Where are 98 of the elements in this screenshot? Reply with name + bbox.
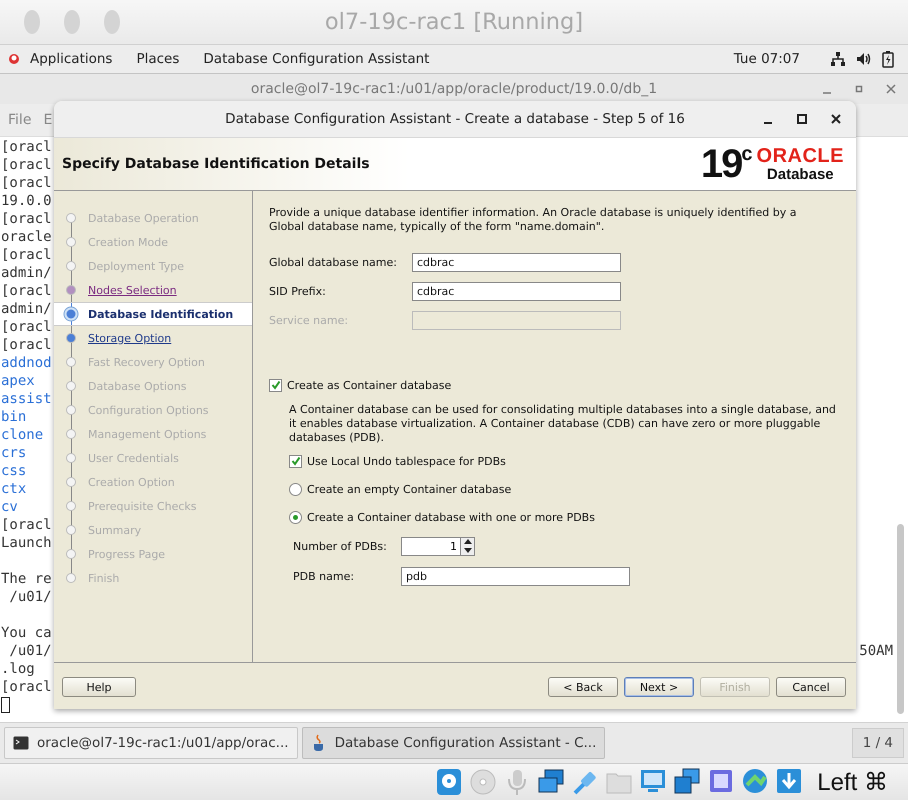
terminal-line: [oracl (1, 516, 52, 534)
checkbox-label: Create as Container database (287, 378, 452, 392)
step-link[interactable]: Nodes Selection (88, 284, 177, 296)
radio-label: Create a Container database with one or more PDBs (307, 510, 595, 524)
field-label: SID Prefix: (269, 285, 327, 298)
checkbox[interactable] (289, 454, 302, 468)
step-label: Prerequisite Checks (88, 500, 196, 512)
directory-name: bin (1, 408, 26, 426)
step-label: Finish (88, 572, 120, 584)
menu-item[interactable]: Database Configuration Assistant (203, 51, 430, 67)
spin-buttons[interactable] (461, 536, 475, 556)
step-label: Deployment Type (88, 260, 184, 272)
terminal-line: [oracl (1, 174, 52, 192)
terminal-line: [oracl (1, 678, 52, 696)
host-key-label: Left ⌘ (817, 768, 888, 796)
radio-button[interactable] (289, 510, 302, 524)
directory-name: apex (1, 372, 35, 390)
app-logo-icon (8, 53, 20, 65)
terminal-line: [oracl (1, 138, 52, 156)
input-field[interactable]: cdbrac (412, 253, 621, 272)
field-label: Number of PDBs: (293, 540, 388, 552)
terminal-line: Launch (1, 534, 52, 552)
terminal-line: [oracl (1, 156, 52, 174)
checkmark-icon (290, 456, 300, 466)
window-title: Database Configuration Assistant - Create a database - Step 5 of 16 (225, 111, 685, 127)
directory-name: cv (1, 498, 18, 516)
step-label: Progress Page (88, 548, 166, 560)
terminal-line: The re (1, 570, 52, 588)
up-arrow-icon[interactable] (464, 539, 472, 544)
terminal-line: You ca (1, 624, 52, 642)
checkbox[interactable] (269, 378, 282, 392)
directory-name: crs (1, 444, 26, 462)
version-suffix: c (741, 144, 753, 164)
input-field[interactable]: pdb (401, 566, 630, 586)
terminal-line: 50AM (859, 642, 893, 660)
brand-name: ORACLE (756, 146, 844, 167)
version-number: 19 (700, 144, 742, 184)
description-text: A Container database can be used for consolidating multiple databases into a single database, and it enables database virtualization. A Container database (CDB) can have zero or more pluggable databases (PDB). (289, 403, 837, 445)
step-label: Creation Option (88, 476, 175, 488)
close-icon[interactable] (830, 113, 842, 125)
terminal-line: .log (1, 660, 35, 678)
field-label: Service name: (269, 314, 350, 327)
battery-icon[interactable] (882, 50, 894, 68)
scrollbar[interactable] (897, 524, 904, 714)
field-label: PDB name: (293, 570, 356, 582)
cursor (1, 697, 10, 713)
checkbox-label: Use Local Undo tablespace for PDBs (307, 454, 506, 468)
terminal-line: [oracl (1, 210, 52, 228)
step-label: Management Options (88, 428, 206, 440)
product-name: Database (766, 166, 834, 182)
description-text: Provide a unique database identifier information. An Oracle database is uniquely identified by a Global database name, typically of the form "name.domain". (269, 206, 798, 234)
terminal-line: /u01/ (8, 588, 52, 606)
terminal-line: 19.0.0 (1, 192, 52, 210)
terminal-line: admin/ (1, 300, 52, 318)
step-label: Creation Mode (88, 236, 168, 248)
workspace-switcher[interactable]: 1 / 4 (852, 728, 904, 758)
field-label: Global database name: (269, 256, 398, 269)
down-arrow-icon[interactable] (464, 548, 472, 553)
taskbar-button[interactable]: oracle@ol7-19c-rac1:/u01/app/orac... (4, 727, 298, 759)
input-field[interactable]: cdbrac (412, 282, 621, 301)
directory-name: addnod (1, 354, 52, 372)
step-label: Database Operation (88, 212, 199, 224)
step-label: Fast Recovery Option (88, 356, 205, 368)
page-heading: Specify Database Identification Details (62, 156, 371, 172)
number-input[interactable]: 1 (401, 536, 461, 556)
window-title: ol7-19c-rac1 [Running] (324, 9, 584, 35)
menu-item[interactable]: Applications (30, 51, 112, 67)
directory-name: assist (1, 390, 52, 408)
terminal-line: oracle (1, 228, 52, 246)
terminal-line: [oracl (1, 246, 52, 264)
dialog-button[interactable]: Next > (624, 677, 694, 697)
radio-label: Create an empty Container database (307, 482, 512, 496)
directory-name: clone (1, 426, 44, 444)
window-title: oracle@ol7-19c-rac1:/u01/app/oracle/product/19.0.0/db_1 (250, 81, 658, 97)
terminal-line: /u01/ (8, 642, 52, 660)
step-label: Configuration Options (88, 404, 209, 416)
terminal-icon (13, 735, 29, 751)
step-label: User Credentials (88, 452, 179, 464)
radio-button[interactable] (289, 482, 302, 496)
volume-icon[interactable] (856, 51, 872, 67)
terminal-line: [oracl (1, 282, 52, 300)
dialog-button[interactable]: < Back (548, 677, 618, 697)
maximize-icon[interactable] (796, 113, 808, 125)
terminal-line: [oracl (1, 318, 52, 336)
step-link[interactable]: Storage Option (88, 332, 172, 344)
clock[interactable]: Tue 07:07 (734, 51, 800, 67)
terminal-line: [oracl (1, 336, 52, 354)
network-icon[interactable] (830, 51, 846, 67)
directory-name: css (1, 462, 26, 480)
help-button[interactable]: Help (62, 677, 136, 697)
step-label: Database Options (88, 380, 186, 392)
dialog-button[interactable]: Cancel (776, 677, 846, 697)
checkmark-icon (270, 380, 280, 390)
directory-name: ctx (1, 480, 26, 498)
taskbar-button[interactable]: Database Configuration Assistant - C... (302, 727, 606, 759)
terminal-line: admin/ (1, 264, 52, 282)
menu-item[interactable]: Places (136, 51, 180, 67)
step-label: Summary (88, 524, 142, 536)
